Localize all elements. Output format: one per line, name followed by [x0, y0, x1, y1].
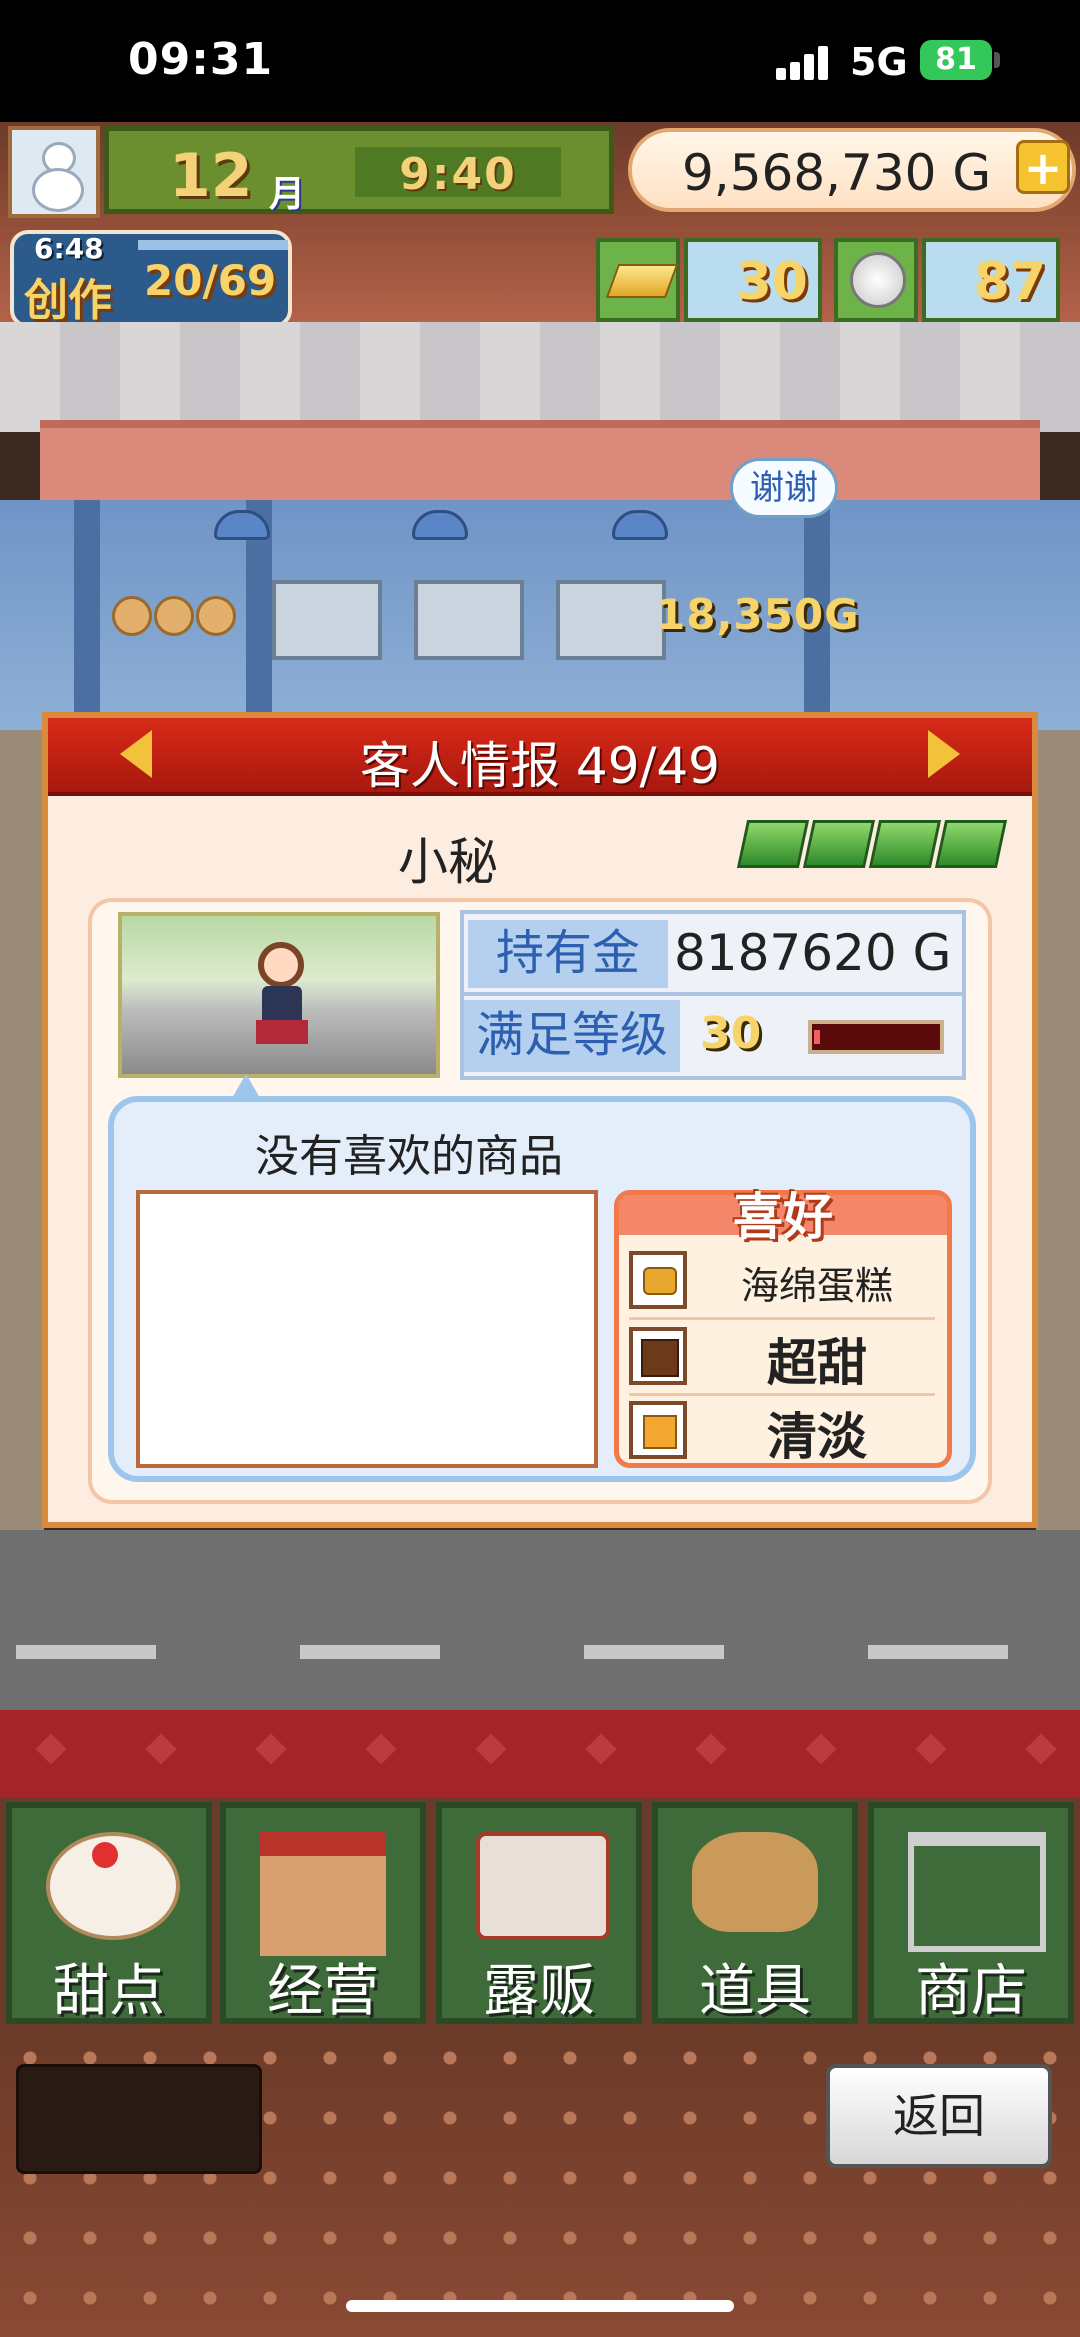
cube-icon [629, 1401, 687, 1459]
create-progress-bar [138, 240, 288, 250]
nav-dessert-button[interactable]: 甜点 [6, 1802, 212, 2024]
preference-row: 清淡 [629, 1395, 935, 1467]
oven [414, 580, 524, 660]
gold-bar-count-box: 30 [684, 238, 822, 322]
status-bar: 09:31 5G 81 [0, 0, 1080, 122]
silver-coin-icon [850, 252, 906, 308]
right-wall [1036, 730, 1080, 1530]
preference-text: 清淡 [767, 1408, 867, 1466]
gold-panel: 9,568,730 G [628, 128, 1076, 212]
gold-bar-icon [605, 264, 679, 298]
nav-label: 商店 [915, 1959, 1027, 2024]
battery-icon: 81 [920, 40, 992, 80]
customer-skirt [256, 1020, 308, 1044]
speech-pointer [232, 1074, 260, 1098]
coin-count-box: 87 [922, 238, 1060, 322]
coin-count: 87 [973, 252, 1046, 312]
nav-store-button[interactable]: 商店 [868, 1802, 1074, 2024]
satisfaction-label: 满足等级 [464, 1000, 680, 1072]
satisfaction-fill [814, 1030, 820, 1044]
customer-stats: 持有金 8187620 G 满足等级 30 [460, 910, 966, 1080]
create-panel[interactable]: 6:48 创作 20/69 [10, 230, 292, 328]
lane-marking [16, 1645, 156, 1659]
bread-icon [196, 596, 236, 636]
lane-marking [868, 1645, 1008, 1659]
nav-label: 露贩 [483, 1959, 595, 2024]
shop-awning [40, 420, 1040, 508]
battery-cap [994, 52, 1000, 68]
dialog-header: 客人情报 49/49 [48, 718, 1032, 796]
nav-label: 道具 [699, 1959, 811, 2024]
money-label: 持有金 [468, 920, 668, 988]
cart-icon [908, 1832, 1046, 1952]
message-slot [16, 2064, 262, 2174]
month-label: 月 [269, 174, 306, 215]
customer-head [258, 942, 304, 988]
chocolate-icon [629, 1327, 687, 1385]
date-panel: 12 月 9:40 [104, 126, 614, 215]
lane-marking [300, 1645, 440, 1659]
shop-pillar [74, 500, 100, 730]
coin-slot [834, 238, 918, 322]
status-time: 09:31 [128, 34, 274, 85]
sponge-cake-icon [629, 1251, 687, 1309]
bread-icon [112, 596, 152, 636]
sale-amount: 18,350G [656, 590, 860, 639]
preference-row: 海绵蛋糕 [629, 1245, 935, 1320]
preference-row: 超甜 [629, 1321, 935, 1396]
dialog-title: 客人情报 49/49 [360, 737, 720, 795]
gold-bar-count: 30 [735, 252, 808, 312]
preference-text: 海绵蛋糕 [740, 1264, 893, 1308]
network-label: 5G [850, 40, 908, 84]
preferences-title: 喜好 [733, 1188, 833, 1246]
gold-bar-slot [596, 238, 680, 322]
thanks-bubble: 谢谢 [730, 458, 838, 518]
left-wall [0, 730, 44, 1530]
signal-icon [776, 46, 832, 80]
home-indicator[interactable] [346, 2300, 734, 2312]
game-clock: 9:40 [399, 149, 517, 200]
add-gold-button[interactable]: + [1016, 140, 1070, 194]
player-avatar[interactable] [8, 126, 100, 218]
truck-icon [476, 1832, 610, 1940]
money-value: 8187620 G [674, 924, 952, 982]
bread-icon [154, 596, 194, 636]
gold-amount: 9,568,730 G [682, 144, 992, 202]
satisfaction-bar [808, 1020, 944, 1054]
no-favorite-text: 没有喜欢的商品 [255, 1131, 563, 1182]
nav-stall-button[interactable]: 露贩 [436, 1802, 642, 2024]
create-timer: 6:48 [34, 232, 104, 265]
money-rank-icon [736, 810, 1018, 880]
customer-portrait [118, 912, 440, 1078]
nav-manage-button[interactable]: 经营 [220, 1802, 426, 2024]
create-count: 20/69 [144, 256, 277, 305]
preference-text: 超甜 [767, 1334, 867, 1392]
row-divider [464, 992, 962, 996]
street [0, 1530, 1080, 1710]
shop-icon [260, 1832, 386, 1956]
cake-icon [46, 1832, 180, 1940]
lane-marking [584, 1645, 724, 1659]
preference-area: 没有喜欢的商品 喜好 海绵蛋糕 超甜 清淡 [108, 1096, 976, 1482]
next-customer-arrow-icon[interactable] [928, 730, 960, 778]
back-button[interactable]: 返回 [826, 2064, 1052, 2168]
shop-roof [0, 322, 1080, 432]
gear-bag-icon [692, 1832, 818, 1932]
customer-info-dialog: 客人情报 49/49 小秘 持有金 8187620 G 满足等级 30 没有喜欢… [42, 712, 1038, 1528]
oven [556, 580, 666, 660]
oven [272, 580, 382, 660]
nav-label: 经营 [267, 1959, 379, 2024]
create-label: 创作 [24, 275, 112, 326]
favorite-item-box [136, 1190, 598, 1468]
month-number: 12 [169, 141, 253, 211]
preferences-box: 喜好 海绵蛋糕 超甜 清淡 [614, 1188, 952, 1468]
nav-label: 甜点 [53, 1959, 165, 2024]
snowman-body [32, 168, 84, 212]
clock-box: 9:40 [355, 147, 561, 200]
customer-name: 小秘 [398, 833, 498, 891]
preferences-header: 喜好 [619, 1188, 947, 1246]
satisfaction-level: 30 [700, 1008, 762, 1059]
nav-items-button[interactable]: 道具 [652, 1802, 858, 2024]
